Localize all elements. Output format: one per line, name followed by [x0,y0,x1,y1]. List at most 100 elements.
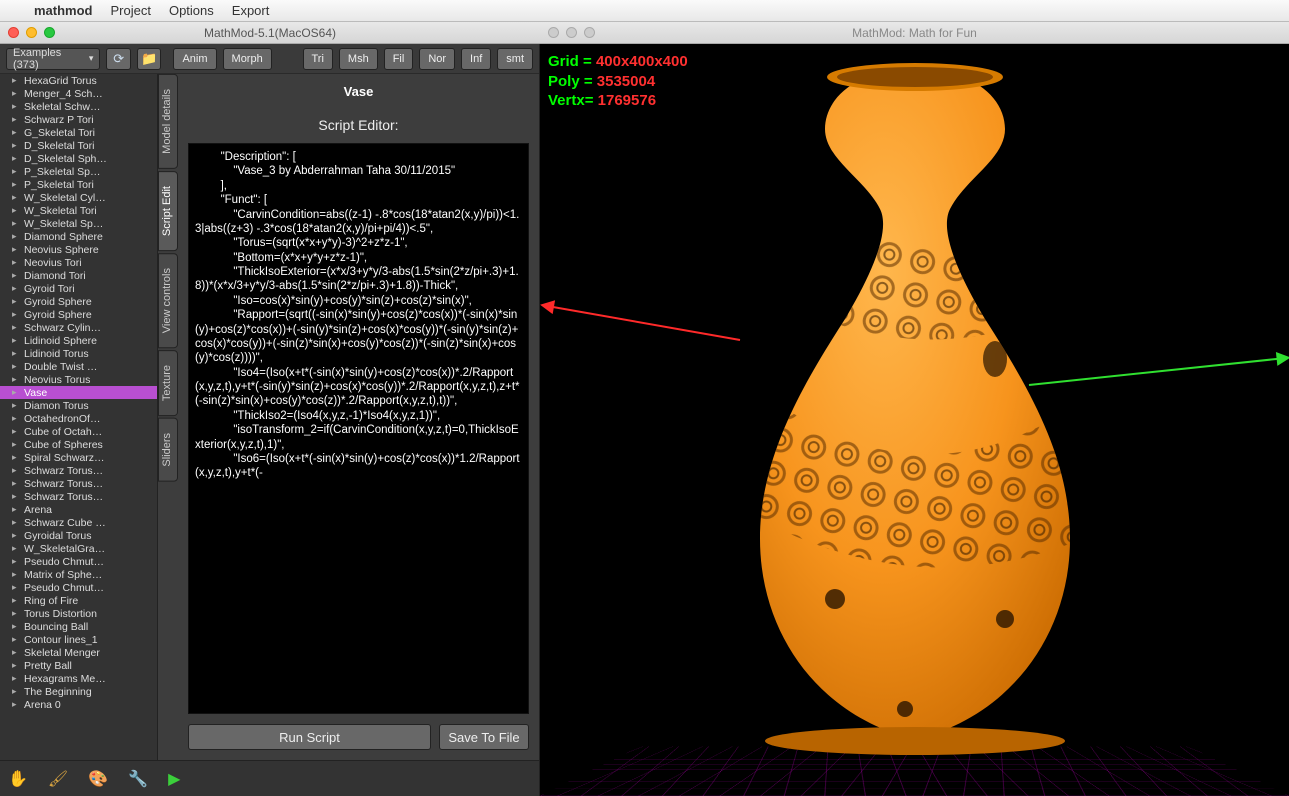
tree-item[interactable]: P_Skeletal Tori [0,178,157,191]
tree-item[interactable]: D_Skeletal Sph… [0,152,157,165]
menu-export[interactable]: Export [232,3,270,18]
close-icon[interactable] [8,27,19,38]
examples-dropdown[interactable]: Examples (373) ▾ [6,48,100,70]
maximize-icon[interactable] [44,27,55,38]
stat-vert-label: Vertx= [548,92,593,109]
tree-item[interactable]: Torus Distortion [0,607,157,620]
model-title: Vase [188,80,529,107]
vtab-script-edit[interactable]: Script Edit [158,171,178,251]
stat-grid-value: 400x400x400 [596,53,688,70]
tree-item[interactable]: Neovius Tori [0,256,157,269]
tree-item[interactable]: Vase [0,386,157,399]
tree-item[interactable]: Gyroid Tori [0,282,157,295]
left-body: HexaGrid TorusMenger_4 Sch…Skeletal Schw… [0,74,539,760]
save-to-file-button[interactable]: Save To File [439,724,529,750]
hand-tool-icon[interactable]: ✋ [8,769,28,789]
examples-tree[interactable]: HexaGrid TorusMenger_4 Sch…Skeletal Schw… [0,74,158,760]
stat-vert-value: 1769576 [598,92,656,109]
tree-item[interactable]: P_Skeletal Sp… [0,165,157,178]
fil-button[interactable]: Fil [384,48,414,70]
vtab-view-controls[interactable]: View controls [158,253,178,348]
tree-item[interactable]: Diamond Tori [0,269,157,282]
tree-item[interactable]: Schwarz Torus… [0,464,157,477]
color-tool-icon[interactable]: 🎨 [88,769,108,789]
vtab-sliders[interactable]: Sliders [158,418,178,482]
menu-project[interactable]: Project [111,3,151,18]
tree-item[interactable]: Pseudo Chmut… [0,581,157,594]
tree-item[interactable]: Contour lines_1 [0,633,157,646]
tree-item[interactable]: Diamond Sphere [0,230,157,243]
right-window-titlebar[interactable]: MathMod: Math for Fun [540,22,1289,44]
tree-item[interactable]: W_SkeletalGra… [0,542,157,555]
minimize-icon[interactable] [26,27,37,38]
vtab-model-details[interactable]: Model details [158,74,178,169]
tree-item[interactable]: Arena [0,503,157,516]
tree-item[interactable]: Diamon Torus [0,399,157,412]
tree-item[interactable]: Schwarz P Tori [0,113,157,126]
tree-item[interactable]: Lidinoid Sphere [0,334,157,347]
menu-options[interactable]: Options [169,3,214,18]
inf-button[interactable]: Inf [461,48,491,70]
tree-item[interactable]: Neovius Sphere [0,243,157,256]
render-stats: Grid = 400x400x400 Poly = 3535004 Vertx=… [548,52,688,111]
tree-item[interactable]: Schwarz Torus… [0,477,157,490]
close-icon[interactable] [548,27,559,38]
left-toolbar: Examples (373) ▾ ⟳ 📁 Anim Morph Tri Msh … [0,44,539,74]
tree-item[interactable]: Arena 0 [0,698,157,711]
tree-item[interactable]: Gyroid Sphere [0,308,157,321]
tree-item[interactable]: Skeletal Menger [0,646,157,659]
brush-tool-icon[interactable]: 🖌 [48,769,68,789]
tree-item[interactable]: Schwarz Torus… [0,490,157,503]
tri-button[interactable]: Tri [303,48,333,70]
tree-item[interactable]: HexaGrid Torus [0,74,157,87]
open-folder-button[interactable]: 📁 [137,48,162,70]
stat-poly-value: 3535004 [597,73,655,90]
tree-item[interactable]: Lidinoid Torus [0,347,157,360]
play-icon[interactable]: ▶ [168,769,180,789]
nor-button[interactable]: Nor [419,48,455,70]
wrench-tool-icon[interactable]: 🔧 [128,769,148,789]
traffic-lights-right [548,27,595,38]
tree-item[interactable]: D_Skeletal Tori [0,139,157,152]
tree-item[interactable]: W_Skeletal Tori [0,204,157,217]
minimize-icon[interactable] [566,27,577,38]
tree-item[interactable]: Hexagrams Me… [0,672,157,685]
smt-button[interactable]: smt [497,48,533,70]
render-scene [540,44,1289,796]
tree-item[interactable]: Cube of Spheres [0,438,157,451]
tree-item[interactable]: Menger_4 Sch… [0,87,157,100]
morph-button[interactable]: Morph [223,48,272,70]
tree-item[interactable]: The Beginning [0,685,157,698]
menu-app-name[interactable]: mathmod [34,3,93,18]
chevron-down-icon: ▾ [89,53,94,64]
maximize-icon[interactable] [584,27,595,38]
tree-item[interactable]: Pseudo Chmut… [0,555,157,568]
tree-item[interactable]: Pretty Ball [0,659,157,672]
left-window-titlebar[interactable]: MathMod-5.1(MacOS64) [0,22,540,44]
tree-item[interactable]: Schwarz Cube … [0,516,157,529]
viewport-3d[interactable]: Grid = 400x400x400 Poly = 3535004 Vertx=… [540,44,1289,796]
refresh-button[interactable]: ⟳ [106,48,131,70]
tree-item[interactable]: Double Twist … [0,360,157,373]
tree-item[interactable]: Gyroid Sphere [0,295,157,308]
tree-item[interactable]: W_Skeletal Cyl… [0,191,157,204]
anim-button[interactable]: Anim [173,48,216,70]
tree-item[interactable]: Matrix of Sphe… [0,568,157,581]
right-window-title: MathMod: Math for Fun [852,26,977,40]
editor-area: Vase Script Editor: "Description": [ "Va… [178,74,539,760]
tree-item[interactable]: G_Skeletal Tori [0,126,157,139]
vtab-texture[interactable]: Texture [158,350,178,416]
msh-button[interactable]: Msh [339,48,378,70]
tree-item[interactable]: Spiral Schwarz… [0,451,157,464]
tree-item[interactable]: OctahedronOf… [0,412,157,425]
tree-item[interactable]: Skeletal Schw… [0,100,157,113]
script-textarea[interactable]: "Description": [ "Vase_3 by Abderrahman … [188,143,529,714]
tree-item[interactable]: Schwarz Cylin… [0,321,157,334]
tree-item[interactable]: Ring of Fire [0,594,157,607]
tree-item[interactable]: Gyroidal Torus [0,529,157,542]
tree-item[interactable]: Bouncing Ball [0,620,157,633]
run-script-button[interactable]: Run Script [188,724,431,750]
tree-item[interactable]: W_Skeletal Sp… [0,217,157,230]
tree-item[interactable]: Neovius Torus [0,373,157,386]
tree-item[interactable]: Cube of Octah… [0,425,157,438]
